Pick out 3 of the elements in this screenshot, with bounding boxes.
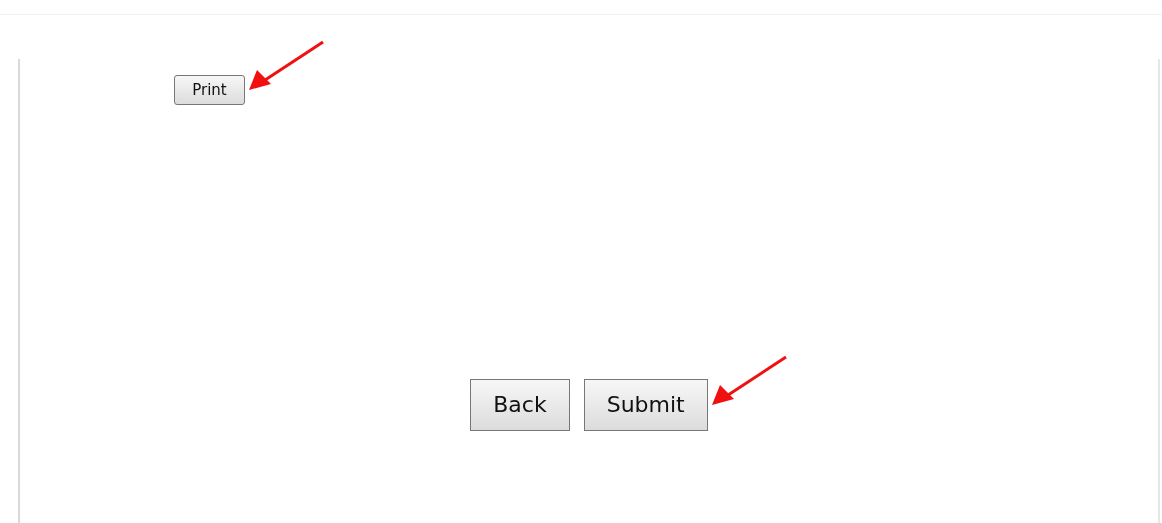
print-button[interactable]: Print (174, 75, 245, 105)
form-button[interactable]: Submit (583, 379, 708, 431)
form-button[interactable]: Back (470, 379, 570, 431)
